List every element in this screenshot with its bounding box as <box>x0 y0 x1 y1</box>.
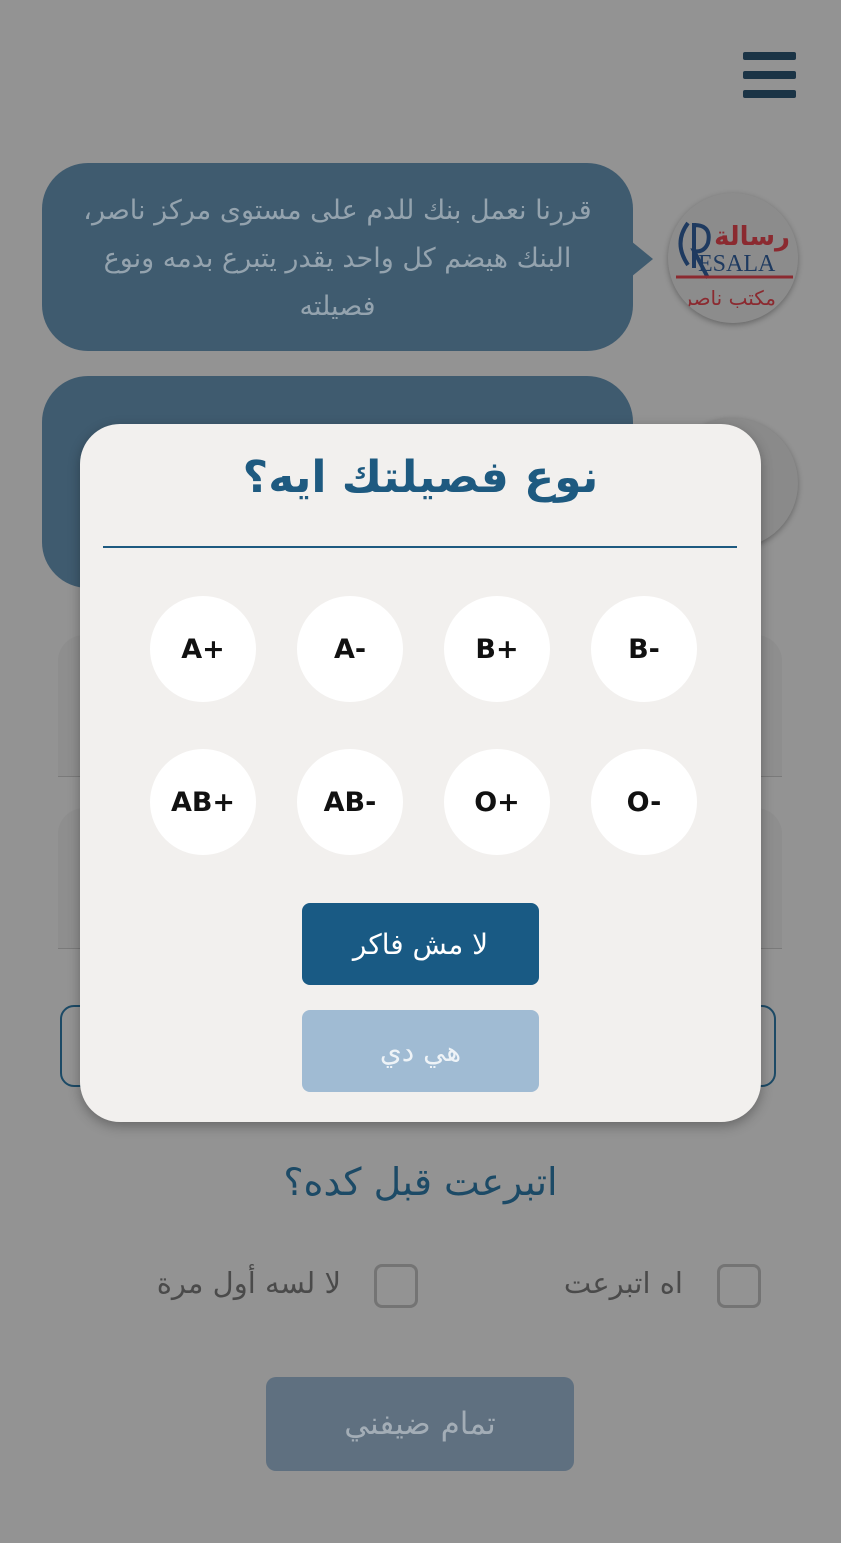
blood-type-ab-pos[interactable]: AB+ <box>150 749 256 855</box>
modal-title: نوع فصيلتك ايه؟ <box>242 452 599 503</box>
blood-type-b-pos[interactable]: B+ <box>444 596 550 702</box>
confirm-button[interactable]: هي دي <box>302 1010 539 1092</box>
blood-type-modal: نوع فصيلتك ايه؟ A+ A- B+ B- AB+ AB- O+ O… <box>80 424 761 1122</box>
blood-type-b-neg[interactable]: B- <box>591 596 697 702</box>
dont-remember-button[interactable]: لا مش فاكر <box>302 903 539 985</box>
blood-type-o-pos[interactable]: O+ <box>444 749 550 855</box>
blood-type-o-neg[interactable]: O- <box>591 749 697 855</box>
blood-type-a-pos[interactable]: A+ <box>150 596 256 702</box>
divider <box>103 546 737 548</box>
blood-type-a-neg[interactable]: A- <box>297 596 403 702</box>
blood-type-ab-neg[interactable]: AB- <box>297 749 403 855</box>
